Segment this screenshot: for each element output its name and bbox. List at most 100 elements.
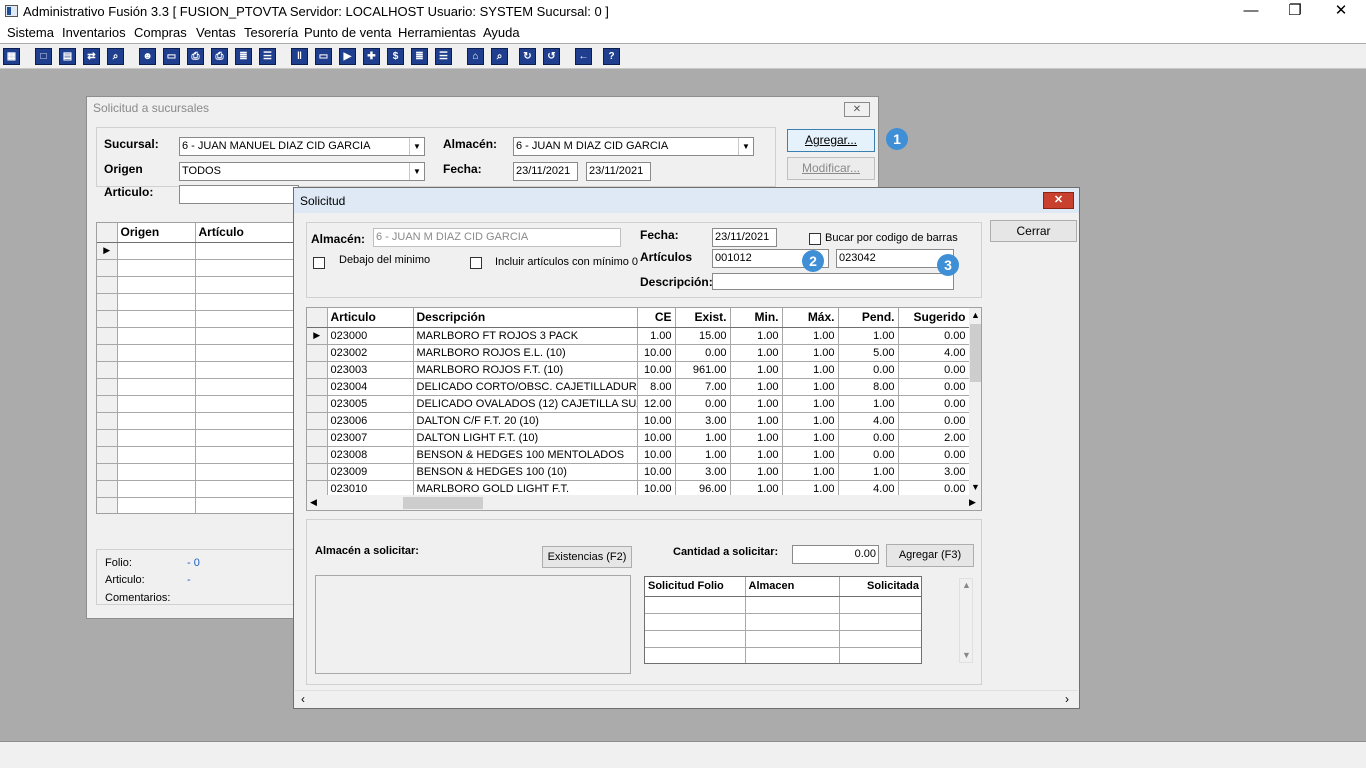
money-icon[interactable]: $ <box>387 48 404 65</box>
table-row[interactable]: ▶ 023000 MARLBORO FT ROJOS 3 PACK 1.00 15.00… <box>307 327 970 345</box>
scroll-down-icon[interactable]: ▼ <box>962 650 971 660</box>
table-row[interactable] <box>97 310 296 328</box>
window-close-button[interactable]: ✕ <box>844 102 870 117</box>
card-icon[interactable]: ▭ <box>315 48 332 65</box>
home-icon[interactable]: ⌂ <box>467 48 484 65</box>
user-icon[interactable]: ☻ <box>139 48 156 65</box>
help-icon[interactable]: ? <box>603 48 620 65</box>
table-row[interactable] <box>97 378 296 396</box>
table-row[interactable]: 023002 MARLBORO ROJOS E.L. (10) 10.00 0.00 1… <box>307 344 970 362</box>
calc-icon[interactable]: ▦ <box>3 48 20 65</box>
col-articulo[interactable]: Artículo <box>195 223 296 243</box>
print-icon[interactable]: ⎙ <box>187 48 204 65</box>
solicitudes-scrollbar[interactable]: ▲ ▼ <box>959 578 973 663</box>
dialog-fecha-input[interactable]: 23/11/2021 <box>712 228 777 247</box>
scroll-left-icon[interactable]: ◀ <box>310 497 317 508</box>
fecha-to-input[interactable]: 23/11/2021 <box>586 162 651 181</box>
col-origen[interactable]: Origen <box>117 223 196 243</box>
almacen-list[interactable] <box>315 575 631 674</box>
almacen-select[interactable]: 6 - JUAN M DIAZ CID GARCIA ▼ <box>513 137 754 156</box>
table-row[interactable] <box>97 395 296 413</box>
articulo-input[interactable] <box>179 185 299 204</box>
table-row[interactable]: 023006 DALTON C/F F.T. 20 (10) 10.00 3.00 1.… <box>307 412 970 430</box>
refresh-icon[interactable]: ↻ <box>519 48 536 65</box>
document2-icon[interactable]: ≣ <box>411 48 428 65</box>
minimize-button[interactable]: — <box>1228 0 1274 23</box>
table-row[interactable]: 023007 DALTON LIGHT F.T. (10) 10.00 1.00 1.0… <box>307 429 970 447</box>
table-row[interactable]: 023008 BENSON & HEDGES 100 MENTOLADOS 10.0… <box>307 446 970 464</box>
menu-ayuda[interactable]: Ayuda <box>483 25 520 40</box>
menu-inventarios[interactable]: Inventarios <box>62 25 126 40</box>
window-icon[interactable]: □ <box>35 48 52 65</box>
solicitudes-grid[interactable]: Solicitud Folio Almacen Solicitada <box>644 576 922 664</box>
chevron-right-icon[interactable]: › <box>1065 692 1069 706</box>
table-row[interactable] <box>97 293 296 311</box>
grid-vertical-scrollbar[interactable]: ▲ ▼ <box>969 308 981 495</box>
dialog-almacen-input[interactable]: 6 - JUAN M DIAZ CID GARCIA <box>373 228 621 247</box>
origen-select[interactable]: TODOS ▼ <box>179 162 425 181</box>
truck-icon[interactable]: ▶ <box>339 48 356 65</box>
hscroll-thumb[interactable] <box>403 497 483 509</box>
descripcion-input[interactable] <box>712 273 954 290</box>
col-ce[interactable]: CE <box>637 308 676 328</box>
table-row[interactable] <box>97 480 296 498</box>
table-row[interactable] <box>97 463 296 481</box>
agregar-f3-button[interactable]: Agregar (F3) <box>886 544 974 567</box>
col-solicitud-folio[interactable]: Solicitud Folio <box>645 577 746 597</box>
table-row[interactable]: ▶ <box>97 242 296 260</box>
menu-compras[interactable]: Compras <box>134 25 187 40</box>
printer-icon[interactable]: ⎙ <box>211 48 228 65</box>
table-row[interactable] <box>645 596 921 614</box>
dialog-close-button[interactable]: ✕ <box>1043 192 1074 209</box>
articles-grid[interactable]: Articulo Descripción CE Exist. Min. Máx.… <box>306 307 982 511</box>
transfer-icon[interactable]: ⇄ <box>83 48 100 65</box>
col-solicitada[interactable]: Solicitada <box>839 577 921 597</box>
existencias-button[interactable]: Existencias (F2) <box>542 546 632 568</box>
cantidad-input[interactable]: 0.00 <box>792 545 879 564</box>
col-descripcion[interactable]: Descripción <box>413 308 638 328</box>
chevron-left-icon[interactable]: ‹ <box>301 692 305 706</box>
table-row[interactable] <box>97 276 296 294</box>
table-row[interactable] <box>645 613 921 631</box>
table-row[interactable] <box>97 259 296 277</box>
people-icon[interactable]: ‖ <box>291 48 308 65</box>
barcode-checkbox[interactable] <box>809 233 821 245</box>
col-min[interactable]: Min. <box>730 308 783 328</box>
table-row[interactable] <box>97 327 296 345</box>
folder-icon[interactable]: ▭ <box>163 48 180 65</box>
col-exist[interactable]: Exist. <box>675 308 731 328</box>
back-icon[interactable]: ← <box>575 48 592 65</box>
col-sugerido[interactable]: Sugerido <box>898 308 970 328</box>
table-row[interactable] <box>645 647 921 663</box>
sucursal-select[interactable]: 6 - JUAN MANUEL DIAZ CID GARCIA ▼ <box>179 137 425 156</box>
scroll-up-icon[interactable]: ▲ <box>971 310 980 320</box>
table-row[interactable] <box>97 361 296 379</box>
undo-icon[interactable]: ↺ <box>543 48 560 65</box>
add-icon[interactable]: ✚ <box>363 48 380 65</box>
agregar-button[interactable]: Agregar... <box>787 129 875 152</box>
modificar-button[interactable]: Modificar... <box>787 157 875 180</box>
document-icon[interactable]: ≣ <box>235 48 252 65</box>
zoom-icon[interactable]: ⌕ <box>491 48 508 65</box>
scroll-up-icon[interactable]: ▲ <box>962 580 971 590</box>
col-max[interactable]: Máx. <box>782 308 839 328</box>
table-row[interactable] <box>97 446 296 464</box>
clipboard-icon[interactable]: ▤ <box>59 48 76 65</box>
restore-button[interactable]: ❐ <box>1272 0 1318 23</box>
debajo-minimo-checkbox[interactable] <box>313 257 325 269</box>
scroll-right-icon[interactable]: ▶ <box>969 497 976 508</box>
list-icon[interactable]: ☰ <box>259 48 276 65</box>
cerrar-button[interactable]: Cerrar <box>990 220 1077 242</box>
scroll-down-icon[interactable]: ▼ <box>971 482 980 492</box>
col-almacen[interactable]: Almacen <box>745 577 840 597</box>
menu-sistema[interactable]: Sistema <box>7 25 54 40</box>
table-row[interactable] <box>645 630 921 648</box>
incluir-minimo-checkbox[interactable] <box>470 257 482 269</box>
table-row[interactable]: 023005 DELICADO OVALADOS (12) CAJETILLA S… <box>307 395 970 413</box>
dialog-horizontal-scrollbar[interactable]: ‹ › <box>295 690 1078 707</box>
table-row[interactable] <box>97 429 296 447</box>
col-articulo[interactable]: Articulo <box>327 308 414 328</box>
menu-herramientas[interactable]: Herramientas <box>398 25 476 40</box>
table-row[interactable] <box>97 344 296 362</box>
menu-ventas[interactable]: Ventas <box>196 25 236 40</box>
